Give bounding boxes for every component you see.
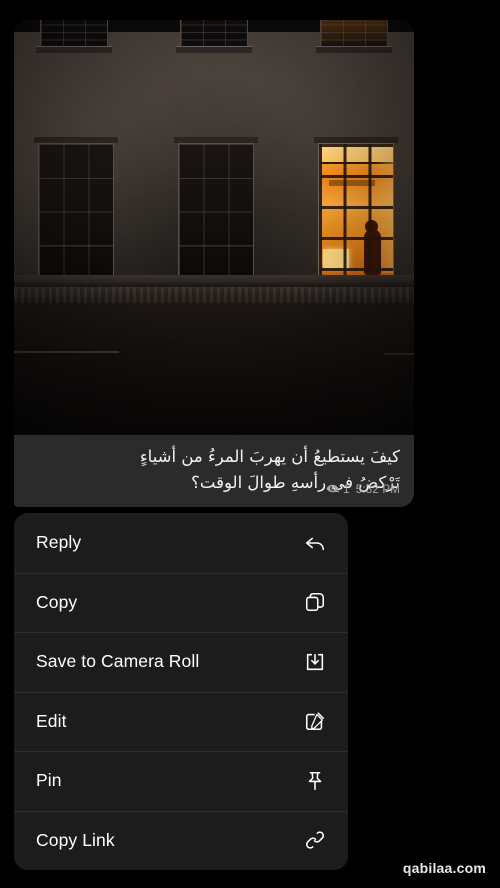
menu-item-label: Copy Link: [36, 829, 115, 850]
eye-icon: [326, 482, 339, 498]
menu-item-save-to-camera-roll[interactable]: Save to Camera Roll: [14, 632, 348, 692]
menu-item-label: Save to Camera Roll: [36, 651, 200, 672]
menu-item-copy-link[interactable]: Copy Link: [14, 810, 348, 870]
window-sill: [176, 46, 252, 53]
menu-item-label: Reply: [36, 532, 82, 553]
menu-item-reply[interactable]: Reply: [14, 513, 348, 573]
window-lintel: [34, 137, 118, 143]
facade-ledge: [14, 275, 414, 287]
chat-screen: كيفَ يستطيعُ أن يهربَ المرءُ من أشياءٍ ت…: [0, 0, 500, 888]
message-context-menu[interactable]: Reply Copy Save to Camera Roll Edit Pin …: [14, 513, 348, 870]
window-top-left: [36, 20, 112, 53]
window-lintel: [314, 137, 398, 143]
view-count: 1: [343, 484, 350, 497]
rail-right: [384, 353, 414, 355]
window-top-right-lit: [316, 20, 392, 53]
window-panes: [321, 20, 387, 47]
window-main-left: [34, 137, 118, 284]
window-main-right-lit: [314, 137, 398, 284]
message-bubble[interactable]: كيفَ يستطيعُ أن يهربَ المرءُ من أشياءٍ ت…: [14, 20, 414, 508]
street-foreground: [14, 303, 414, 435]
pin-icon: [304, 770, 326, 792]
window-panes: [179, 144, 253, 279]
menu-item-edit[interactable]: Edit: [14, 691, 348, 751]
window-sill: [316, 46, 392, 53]
message-meta: 1 5:32 PM: [326, 482, 400, 498]
pencil-square-icon: [304, 710, 326, 732]
download-icon: [304, 651, 326, 673]
window-sill: [36, 46, 112, 53]
cobblestone-strip: [14, 287, 414, 303]
menu-item-label: Edit: [36, 710, 67, 731]
menu-item-copy[interactable]: Copy: [14, 572, 348, 632]
window-mullions: [319, 144, 393, 279]
window-lintel: [174, 137, 258, 143]
rail-left: [14, 351, 119, 353]
watermark: qabilaa.com: [402, 860, 486, 876]
bubble-tail: [20, 491, 34, 508]
photo-attachment[interactable]: [14, 20, 414, 435]
message-timestamp: 5:32 PM: [355, 484, 400, 497]
menu-item-label: Copy: [36, 591, 78, 612]
link-icon: [304, 829, 326, 851]
window-main-center: [174, 137, 258, 284]
caption-area: كيفَ يستطيعُ أن يهربَ المرءُ من أشياءٍ ت…: [14, 435, 414, 508]
lit-room: [319, 144, 393, 279]
menu-item-pin[interactable]: Pin: [14, 751, 348, 811]
window-panes: [41, 20, 107, 47]
copy-icon: [304, 591, 326, 613]
reply-arrow-icon: [304, 532, 326, 554]
window-panes: [39, 144, 113, 279]
menu-item-label: Pin: [36, 770, 62, 791]
window-top-center: [176, 20, 252, 53]
window-panes: [181, 20, 247, 47]
